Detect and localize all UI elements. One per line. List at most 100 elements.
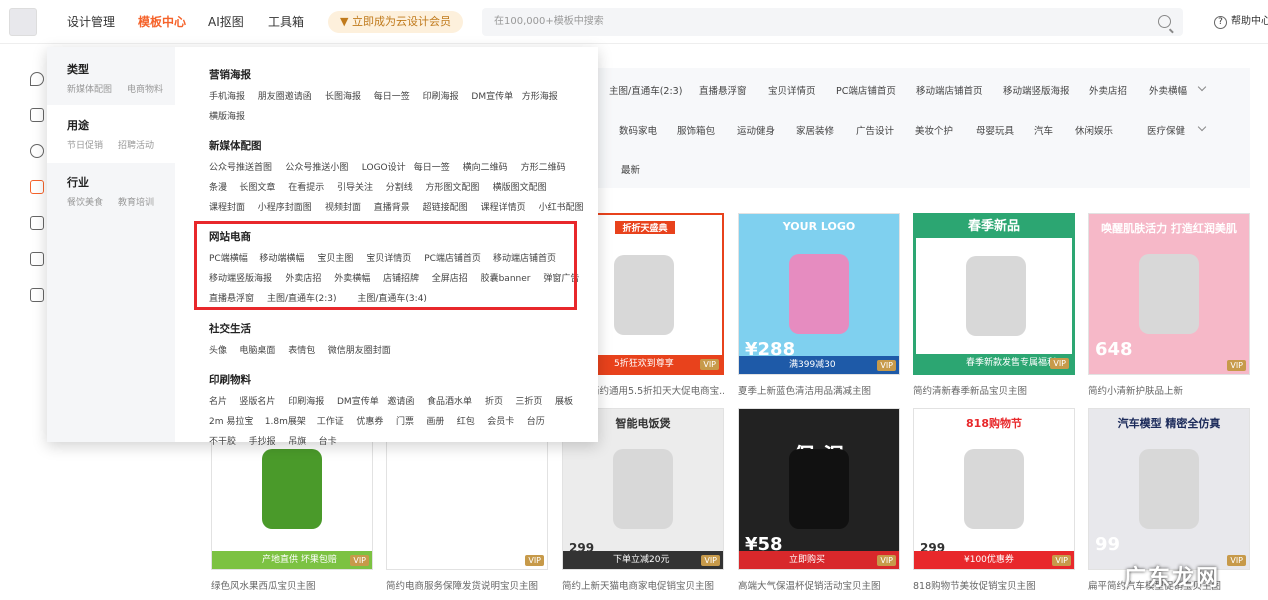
menu-link[interactable]: 方形图文配图 bbox=[425, 180, 479, 193]
filter-tag[interactable]: 汽车 bbox=[1034, 123, 1053, 137]
menu-link[interactable]: 条漫 bbox=[209, 180, 227, 193]
menu-link[interactable]: 电脑桌面 bbox=[239, 343, 275, 356]
chevron-down-icon[interactable] bbox=[1197, 82, 1207, 92]
menu-link[interactable]: 课程详情页 bbox=[481, 200, 526, 213]
menu-link[interactable]: 公众号推送首图 bbox=[209, 160, 272, 173]
menu-link[interactable]: 小红书配图 bbox=[539, 200, 584, 213]
search-input[interactable]: 在100,000+模板中搜索 bbox=[482, 8, 1183, 36]
menu-category-item[interactable]: 教育培训 bbox=[118, 195, 154, 208]
card-caption[interactable]: 818购物节美妆促销宝贝主图 bbox=[913, 578, 1075, 592]
filter-tag[interactable]: 移动端店铺首页 bbox=[916, 83, 983, 97]
menu-link[interactable]: 长图文章 bbox=[239, 180, 275, 193]
menu-category-item[interactable]: 节日促销 bbox=[67, 138, 103, 151]
menu-category-item[interactable]: 电商物料 bbox=[127, 82, 163, 95]
filter-tag[interactable]: 广告设计 bbox=[856, 123, 894, 137]
help-center-link[interactable]: ? 帮助中心 bbox=[1214, 0, 1268, 44]
menu-link[interactable]: 展板 bbox=[555, 394, 573, 407]
card-caption[interactable]: 绿色风水果西瓜宝贝主图 bbox=[211, 578, 373, 592]
menu-link[interactable]: 三折页 bbox=[515, 394, 542, 407]
filter-tag[interactable]: 移动端竖版海报 bbox=[1003, 83, 1070, 97]
menu-link[interactable]: 门票 bbox=[396, 414, 414, 427]
menu-link[interactable]: 微信朋友圈封面 bbox=[328, 343, 391, 356]
menu-link[interactable]: 横向二维码 bbox=[463, 160, 508, 173]
menu-link[interactable]: 朋友圈邀请函 bbox=[258, 89, 312, 102]
filter-tag[interactable]: 外卖横幅 bbox=[1149, 83, 1187, 97]
menu-link[interactable]: 食品酒水单 bbox=[427, 394, 472, 407]
filter-tag[interactable]: 美妆个护 bbox=[915, 123, 953, 137]
menu-link[interactable]: 红包 bbox=[457, 414, 475, 427]
menu-link[interactable]: 在看提示 bbox=[288, 180, 324, 193]
nav-design-manage[interactable]: 设计管理 bbox=[67, 0, 115, 44]
menu-link[interactable]: 名片 bbox=[209, 394, 227, 407]
menu-link[interactable]: 台历 bbox=[527, 414, 545, 427]
filter-tag[interactable]: 外卖店招 bbox=[1089, 83, 1127, 97]
menu-link[interactable]: 邀请函 bbox=[387, 394, 414, 407]
nav-template-center[interactable]: 模板中心 bbox=[138, 0, 186, 44]
menu-link[interactable]: 优惠券 bbox=[356, 414, 383, 427]
filter-tag[interactable]: 家居装修 bbox=[796, 123, 834, 137]
filter-tag[interactable]: 数码家电 bbox=[619, 123, 657, 137]
nav-toolbox[interactable]: 工具箱 bbox=[268, 0, 304, 44]
card-caption[interactable]: 简约通用5.5折扣天大促电商宝... bbox=[590, 383, 724, 397]
menu-link[interactable]: 2m 易拉宝 bbox=[209, 414, 253, 427]
filter-tag[interactable]: PC端店铺首页 bbox=[836, 83, 896, 97]
menu-link[interactable]: DM宣传单 bbox=[471, 89, 513, 102]
card-caption[interactable]: 简约清新春季新品宝贝主图 bbox=[913, 383, 1075, 397]
menu-link[interactable]: 1.8m展架 bbox=[265, 414, 306, 427]
menu-link[interactable]: 分割线 bbox=[386, 180, 413, 193]
menu-link[interactable]: 工作证 bbox=[317, 414, 344, 427]
menu-link[interactable]: 方形二维码 bbox=[521, 160, 566, 173]
menu-link[interactable]: 直播背景 bbox=[374, 200, 410, 213]
menu-link[interactable]: 公众号推送小图 bbox=[285, 160, 348, 173]
menu-link[interactable]: 印刷海报 bbox=[423, 89, 459, 102]
card-caption[interactable]: 夏季上新蓝色清洁用品满减主图 bbox=[738, 383, 900, 397]
menu-link[interactable]: 方形海报 bbox=[522, 89, 558, 102]
menu-link[interactable]: 印刷海报 bbox=[288, 394, 324, 407]
menu-link[interactable]: 吊旗 bbox=[288, 434, 306, 447]
filter-tag[interactable]: 休闲娱乐 bbox=[1075, 123, 1113, 137]
toolbox-icon[interactable] bbox=[30, 288, 44, 302]
menu-category-item[interactable]: 招聘活动 bbox=[118, 138, 154, 151]
menu-link[interactable]: 横版海报 bbox=[209, 109, 245, 122]
cup-icon[interactable] bbox=[30, 216, 44, 230]
template-card[interactable]: YOUR LOGO ¥288 满399减30 VIP bbox=[738, 213, 900, 375]
vip-button[interactable]: ▼ 立即成为云设计会员 bbox=[328, 11, 463, 33]
filter-tag-latest[interactable]: 最新 bbox=[621, 162, 640, 176]
menu-link[interactable]: 手机海报 bbox=[209, 89, 245, 102]
menu-link[interactable]: 折页 bbox=[485, 394, 503, 407]
menu-link[interactable]: 小程序封面图 bbox=[258, 200, 312, 213]
hot-icon[interactable] bbox=[30, 72, 44, 86]
menu-category-item[interactable]: 餐饮美食 bbox=[67, 195, 103, 208]
print-icon[interactable] bbox=[30, 252, 44, 266]
menu-link[interactable]: 画册 bbox=[426, 414, 444, 427]
template-card[interactable]: 818购物节 299 ¥100优惠券 VIP bbox=[913, 408, 1075, 570]
menu-link[interactable]: 超链接配图 bbox=[423, 200, 468, 213]
menu-link[interactable]: 长图海报 bbox=[325, 89, 361, 102]
menu-link[interactable]: 会员卡 bbox=[487, 414, 514, 427]
card-caption[interactable]: 高端大气保温杯促销活动宝贝主图 bbox=[738, 578, 900, 592]
menu-link[interactable]: 横版图文配图 bbox=[493, 180, 547, 193]
card-caption[interactable]: 简约电商服务保障发货说明宝贝主图 bbox=[386, 578, 548, 592]
chat-icon[interactable] bbox=[30, 144, 44, 158]
card-caption[interactable]: 简约小清新护肤品上新 bbox=[1088, 383, 1250, 397]
chevron-down-icon[interactable] bbox=[1197, 122, 1207, 132]
site-logo[interactable] bbox=[9, 8, 37, 36]
template-card[interactable]: 汽车模型 精密全仿真 99 VIP bbox=[1088, 408, 1250, 570]
filter-tag[interactable]: 医疗保健 bbox=[1147, 123, 1185, 137]
template-card[interactable]: 保·温¥58立即购买VIP bbox=[738, 408, 900, 570]
menu-link[interactable]: 头像 bbox=[209, 343, 227, 356]
menu-link[interactable]: 每日一签 bbox=[374, 89, 410, 102]
filter-tag[interactable]: 主图/直通车(2:3) bbox=[609, 83, 682, 97]
menu-link[interactable]: 引导关注 bbox=[337, 180, 373, 193]
search-icon[interactable] bbox=[1158, 15, 1171, 28]
filter-tag[interactable]: 服饰箱包 bbox=[677, 123, 715, 137]
menu-link[interactable]: 表情包 bbox=[288, 343, 315, 356]
menu-link[interactable]: 手抄报 bbox=[249, 434, 276, 447]
menu-link[interactable]: 竖版名片 bbox=[239, 394, 275, 407]
filter-tag[interactable]: 宝贝详情页 bbox=[768, 83, 816, 97]
nav-ai-cutout[interactable]: AI抠图 bbox=[208, 0, 244, 44]
menu-link[interactable]: 台卡 bbox=[319, 434, 337, 447]
filter-tag[interactable]: 母婴玩具 bbox=[976, 123, 1014, 137]
phone-icon[interactable] bbox=[30, 108, 44, 122]
menu-link[interactable]: 不干胶 bbox=[209, 434, 236, 447]
